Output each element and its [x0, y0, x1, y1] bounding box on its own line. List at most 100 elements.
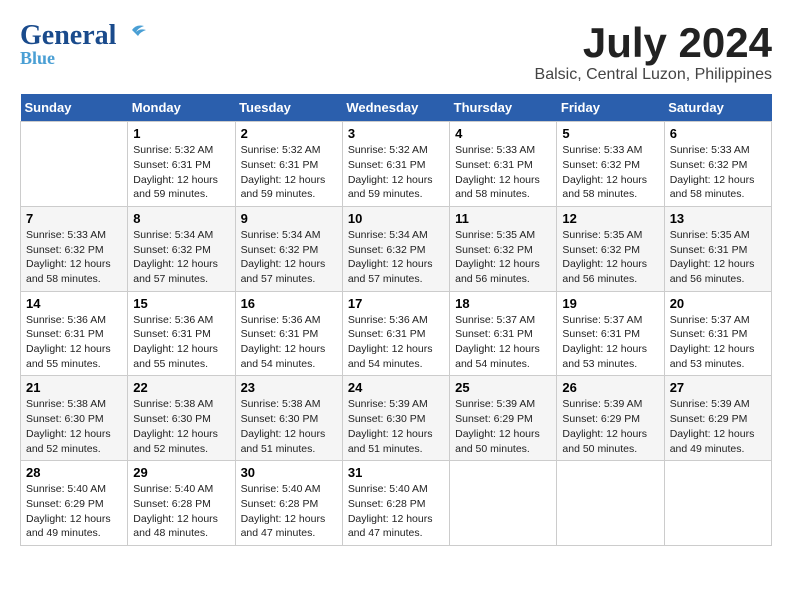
day-number: 13 [670, 211, 766, 226]
column-header-tuesday: Tuesday [235, 94, 342, 122]
calendar-cell: 27Sunrise: 5:39 AMSunset: 6:29 PMDayligh… [664, 376, 771, 461]
day-number: 23 [241, 380, 337, 395]
day-info: Sunrise: 5:40 AMSunset: 6:29 PMDaylight:… [26, 482, 122, 541]
calendar-cell: 24Sunrise: 5:39 AMSunset: 6:30 PMDayligh… [342, 376, 449, 461]
calendar-cell: 13Sunrise: 5:35 AMSunset: 6:31 PMDayligh… [664, 206, 771, 291]
calendar-cell [557, 461, 664, 546]
calendar-week-row: 1 Sunrise: 5:32 AMSunset: 6:31 PMDaylight… [21, 122, 772, 207]
calendar-cell: 9 Sunrise: 5:34 AMSunset: 6:32 PMDaylight… [235, 206, 342, 291]
day-info: Sunrise: 5:32 AMSunset: 6:31 PMDaylight:… [348, 143, 444, 202]
calendar-cell: 10 Sunrise: 5:34 AMSunset: 6:32 PMDayligh… [342, 206, 449, 291]
calendar-table: SundayMondayTuesdayWednesdayThursdayFrid… [20, 94, 772, 546]
day-info: Sunrise: 5:34 AMSunset: 6:32 PMDaylight:… [348, 228, 444, 287]
column-header-saturday: Saturday [664, 94, 771, 122]
calendar-cell: 30 Sunrise: 5:40 AMSunset: 6:28 PMDayligh… [235, 461, 342, 546]
day-number: 21 [26, 380, 122, 395]
day-info: Sunrise: 5:33 AMSunset: 6:32 PMDaylight:… [562, 143, 658, 202]
day-info: Sunrise: 5:34 AMSunset: 6:32 PMDaylight:… [133, 228, 229, 287]
calendar-cell: 3 Sunrise: 5:32 AMSunset: 6:31 PMDaylight… [342, 122, 449, 207]
calendar-cell: 23 Sunrise: 5:38 AMSunset: 6:30 PMDayligh… [235, 376, 342, 461]
day-info: Sunrise: 5:36 AMSunset: 6:31 PMDaylight:… [348, 313, 444, 372]
day-number: 6 [670, 126, 766, 141]
calendar-cell: 29 Sunrise: 5:40 AMSunset: 6:28 PMDayligh… [128, 461, 235, 546]
day-number: 12 [562, 211, 658, 226]
day-info: Sunrise: 5:40 AMSunset: 6:28 PMDaylight:… [241, 482, 337, 541]
day-number: 19 [562, 296, 658, 311]
calendar-cell: 28 Sunrise: 5:40 AMSunset: 6:29 PMDayligh… [21, 461, 128, 546]
day-info: Sunrise: 5:37 AMSunset: 6:31 PMDaylight:… [455, 313, 551, 372]
day-info: Sunrise: 5:35 AMSunset: 6:32 PMDaylight:… [455, 228, 551, 287]
calendar-cell: 16 Sunrise: 5:36 AMSunset: 6:31 PMDayligh… [235, 291, 342, 376]
calendar-cell: 6 Sunrise: 5:33 AMSunset: 6:32 PMDaylight… [664, 122, 771, 207]
calendar-week-row: 7Sunrise: 5:33 AMSunset: 6:32 PMDaylight… [21, 206, 772, 291]
day-number: 14 [26, 296, 122, 311]
day-info: Sunrise: 5:32 AMSunset: 6:31 PMDaylight:… [241, 143, 337, 202]
day-number: 3 [348, 126, 444, 141]
column-header-thursday: Thursday [450, 94, 557, 122]
day-info: Sunrise: 5:36 AMSunset: 6:31 PMDaylight:… [241, 313, 337, 372]
day-number: 29 [133, 465, 229, 480]
calendar-cell: 14 Sunrise: 5:36 AMSunset: 6:31 PMDayligh… [21, 291, 128, 376]
calendar-cell [450, 461, 557, 546]
day-number: 2 [241, 126, 337, 141]
calendar-cell: 2 Sunrise: 5:32 AMSunset: 6:31 PMDaylight… [235, 122, 342, 207]
day-info: Sunrise: 5:39 AMSunset: 6:29 PMDaylight:… [562, 397, 658, 456]
day-number: 30 [241, 465, 337, 480]
day-number: 20 [670, 296, 766, 311]
day-number: 17 [348, 296, 444, 311]
day-number: 16 [241, 296, 337, 311]
calendar-week-row: 21 Sunrise: 5:38 AMSunset: 6:30 PMDayligh… [21, 376, 772, 461]
day-info: Sunrise: 5:38 AMSunset: 6:30 PMDaylight:… [241, 397, 337, 456]
day-info: Sunrise: 5:40 AMSunset: 6:28 PMDaylight:… [133, 482, 229, 541]
logo-blue: Blue [20, 48, 55, 69]
calendar-cell: 17 Sunrise: 5:36 AMSunset: 6:31 PMDayligh… [342, 291, 449, 376]
calendar-cell: 26 Sunrise: 5:39 AMSunset: 6:29 PMDayligh… [557, 376, 664, 461]
column-header-friday: Friday [557, 94, 664, 122]
day-number: 27 [670, 380, 766, 395]
day-info: Sunrise: 5:36 AMSunset: 6:31 PMDaylight:… [26, 313, 122, 372]
month-year: July 2024 [535, 20, 772, 66]
day-info: Sunrise: 5:37 AMSunset: 6:31 PMDaylight:… [670, 313, 766, 372]
title-block: July 2024 Balsic, Central Luzon, Philipp… [535, 20, 772, 84]
day-number: 18 [455, 296, 551, 311]
day-number: 26 [562, 380, 658, 395]
calendar-week-row: 28 Sunrise: 5:40 AMSunset: 6:29 PMDayligh… [21, 461, 772, 546]
day-info: Sunrise: 5:33 AMSunset: 6:32 PMDaylight:… [670, 143, 766, 202]
calendar-header-row: SundayMondayTuesdayWednesdayThursdayFrid… [21, 94, 772, 122]
calendar-cell: 22Sunrise: 5:38 AMSunset: 6:30 PMDayligh… [128, 376, 235, 461]
calendar-cell: 18 Sunrise: 5:37 AMSunset: 6:31 PMDayligh… [450, 291, 557, 376]
day-info: Sunrise: 5:38 AMSunset: 6:30 PMDaylight:… [26, 397, 122, 456]
column-header-wednesday: Wednesday [342, 94, 449, 122]
day-number: 9 [241, 211, 337, 226]
day-number: 28 [26, 465, 122, 480]
day-info: Sunrise: 5:38 AMSunset: 6:30 PMDaylight:… [133, 397, 229, 456]
calendar-cell [664, 461, 771, 546]
calendar-cell: 31Sunrise: 5:40 AMSunset: 6:28 PMDayligh… [342, 461, 449, 546]
day-number: 31 [348, 465, 444, 480]
day-info: Sunrise: 5:35 AMSunset: 6:32 PMDaylight:… [562, 228, 658, 287]
calendar-cell: 19 Sunrise: 5:37 AMSunset: 6:31 PMDayligh… [557, 291, 664, 376]
day-number: 15 [133, 296, 229, 311]
day-info: Sunrise: 5:37 AMSunset: 6:31 PMDaylight:… [562, 313, 658, 372]
day-number: 10 [348, 211, 444, 226]
day-number: 24 [348, 380, 444, 395]
day-info: Sunrise: 5:32 AMSunset: 6:31 PMDaylight:… [133, 143, 229, 202]
logo-bird-icon [118, 22, 146, 44]
day-number: 11 [455, 211, 551, 226]
day-number: 5 [562, 126, 658, 141]
calendar-cell: 12 Sunrise: 5:35 AMSunset: 6:32 PMDayligh… [557, 206, 664, 291]
calendar-cell: 11 Sunrise: 5:35 AMSunset: 6:32 PMDayligh… [450, 206, 557, 291]
calendar-week-row: 14 Sunrise: 5:36 AMSunset: 6:31 PMDayligh… [21, 291, 772, 376]
day-number: 4 [455, 126, 551, 141]
day-info: Sunrise: 5:34 AMSunset: 6:32 PMDaylight:… [241, 228, 337, 287]
day-number: 1 [133, 126, 229, 141]
day-number: 8 [133, 211, 229, 226]
logo: General Blue [20, 20, 146, 69]
calendar-cell: 5 Sunrise: 5:33 AMSunset: 6:32 PMDaylight… [557, 122, 664, 207]
column-header-monday: Monday [128, 94, 235, 122]
day-info: Sunrise: 5:33 AMSunset: 6:32 PMDaylight:… [26, 228, 122, 287]
calendar-cell: 20 Sunrise: 5:37 AMSunset: 6:31 PMDayligh… [664, 291, 771, 376]
calendar-cell [21, 122, 128, 207]
calendar-cell: 4Sunrise: 5:33 AMSunset: 6:31 PMDaylight… [450, 122, 557, 207]
day-number: 25 [455, 380, 551, 395]
